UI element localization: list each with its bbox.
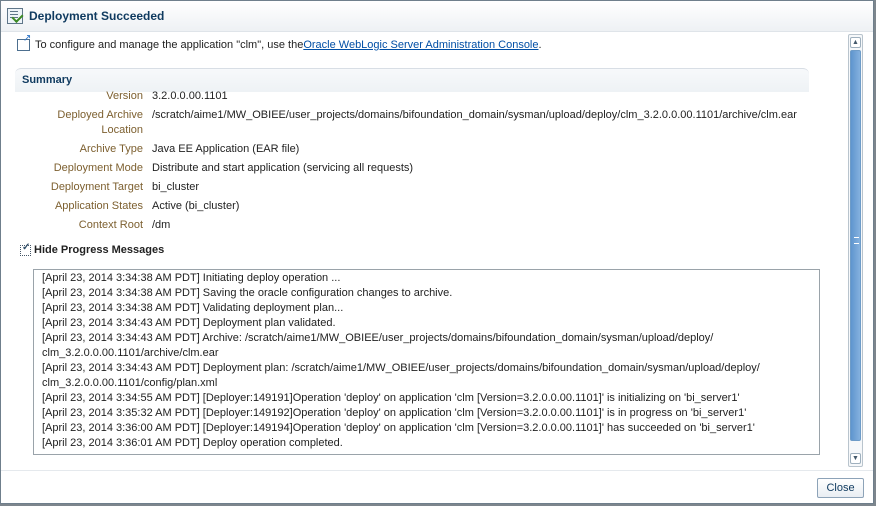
archive-type-label: Archive Type: [79, 143, 143, 155]
scroll-down-icon[interactable]: ▼: [850, 453, 861, 464]
scroll-up-icon[interactable]: ▲: [850, 37, 861, 48]
summary-row-deployment-mode: Deployment Mode Distribute and start app…: [1, 161, 844, 176]
deployed-archive-value: /scratch/aime1/MW_OBIEE/user_projects/do…: [152, 109, 797, 121]
progress-message-line: [April 23, 2014 3:35:32 AM PDT] [Deploye…: [42, 407, 747, 419]
summary-row-deployment-target: Deployment Target bi_cluster: [1, 180, 844, 195]
summary-row-context-root: Context Root /dm: [1, 218, 844, 233]
close-button[interactable]: Close: [817, 478, 864, 498]
progress-message-line: [April 23, 2014 3:36:01 AM PDT] Deploy o…: [42, 437, 343, 449]
summary-row-version: Version 3.2.0.0.00.1101: [1, 89, 844, 104]
deployment-success-icon: [7, 8, 23, 24]
dialog-title: Deployment Succeeded: [29, 9, 165, 23]
footer-divider: [1, 470, 873, 471]
progress-message-line: [April 23, 2014 3:34:43 AM PDT] Deployme…: [42, 362, 760, 374]
progress-message-line: [April 23, 2014 3:34:43 AM PDT] Archive:…: [42, 332, 714, 344]
progress-message-line: [April 23, 2014 3:34:38 AM PDT] Initiati…: [42, 272, 341, 284]
deployment-target-value: bi_cluster: [152, 181, 200, 193]
deployment-dialog: Deployment Succeeded To configure and ma…: [0, 0, 874, 504]
progress-message-line: [April 23, 2014 3:34:38 AM PDT] Validati…: [42, 302, 344, 314]
hide-progress-checkbox[interactable]: [20, 242, 31, 256]
vertical-scrollbar[interactable]: ▲ ▼: [848, 34, 863, 467]
context-root-value: /dm: [152, 219, 171, 231]
deployed-archive-label: Deployed Archive: [57, 109, 143, 121]
external-link-icon: [17, 33, 31, 51]
location-label: Location: [101, 124, 143, 136]
hide-progress-toggle[interactable]: Hide Progress Messages: [20, 242, 164, 256]
summary-row-location: Location: [1, 123, 844, 138]
application-states-label: Application States: [54, 200, 143, 212]
dialog-title-bar: Deployment Succeeded: [1, 1, 873, 32]
deployment-mode-label: Deployment Mode: [53, 162, 143, 174]
progress-message-line: [April 23, 2014 3:34:43 AM PDT] Deployme…: [42, 317, 336, 329]
version-value: 3.2.0.0.00.1101: [152, 90, 228, 102]
progress-message-line: [April 23, 2014 3:34:55 AM PDT] [Deploye…: [42, 392, 740, 404]
archive-type-value: Java EE Application (EAR file): [152, 143, 300, 155]
hide-progress-label[interactable]: Hide Progress Messages: [34, 244, 164, 256]
application-states-value: Active (bi_cluster): [152, 200, 240, 212]
info-suffix: .: [538, 39, 542, 51]
progress-message-line: [April 23, 2014 3:34:38 AM PDT] Saving t…: [42, 287, 453, 299]
deployment-target-label: Deployment Target: [50, 181, 143, 193]
progress-message-log[interactable]: [April 23, 2014 3:34:38 AM PDT] Initiati…: [33, 269, 820, 455]
progress-message-line: clm_3.2.0.0.00.1101/config/plan.xml: [42, 377, 218, 389]
deployment-mode-value: Distribute and start application (servic…: [152, 162, 414, 174]
version-label: Version: [106, 90, 143, 102]
scroll-thumb[interactable]: [850, 50, 861, 441]
info-prefix: To configure and manage the application …: [35, 39, 304, 51]
summary-row-deployed-archive: Deployed Archive /scratch/aime1/MW_OBIEE…: [1, 108, 844, 123]
info-line: To configure and manage the application …: [17, 33, 542, 51]
scroll-grip-icon: [854, 237, 859, 244]
progress-message-line: clm_3.2.0.0.00.1101/archive/clm.ear: [42, 347, 219, 359]
weblogic-console-link[interactable]: Oracle WebLogic Server Administration Co…: [303, 39, 538, 51]
progress-message-line: [April 23, 2014 3:36:00 AM PDT] [Deploye…: [42, 422, 755, 434]
context-root-label: Context Root: [78, 219, 143, 231]
summary-row-application-states: Application States Active (bi_cluster): [1, 199, 844, 214]
summary-row-archive-type: Archive Type Java EE Application (EAR fi…: [1, 142, 844, 157]
dialog-content: To configure and manage the application …: [1, 32, 844, 469]
summary-title: Summary: [22, 74, 73, 86]
